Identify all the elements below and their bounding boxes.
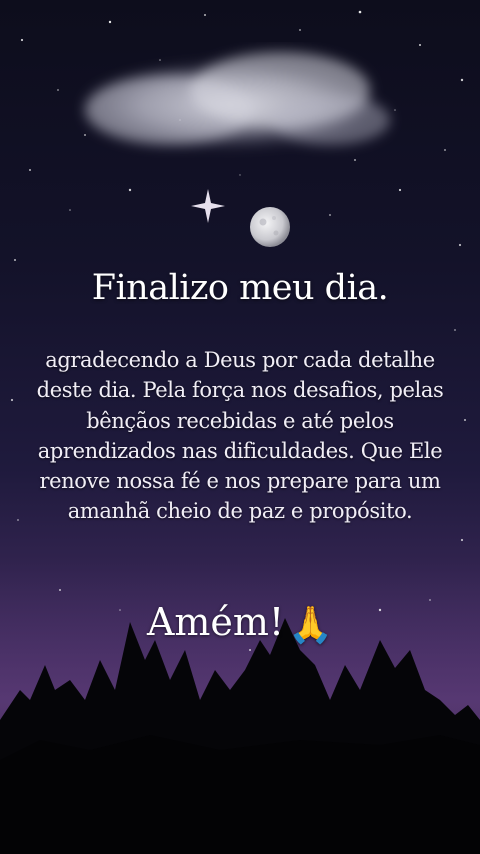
title: Finalizo meu dia. [91, 268, 389, 308]
sparkle-star-icon [191, 189, 225, 223]
closing-text: Amém! [146, 600, 285, 644]
closing-line: Amém! 🙏 [0, 600, 480, 646]
cloud-icon [80, 52, 390, 150]
moon-icon [250, 207, 290, 247]
praying-hands-icon: 🙏 [288, 605, 334, 646]
message-text: agradecendo a Deus por cada detalhe dest… [36, 348, 444, 524]
